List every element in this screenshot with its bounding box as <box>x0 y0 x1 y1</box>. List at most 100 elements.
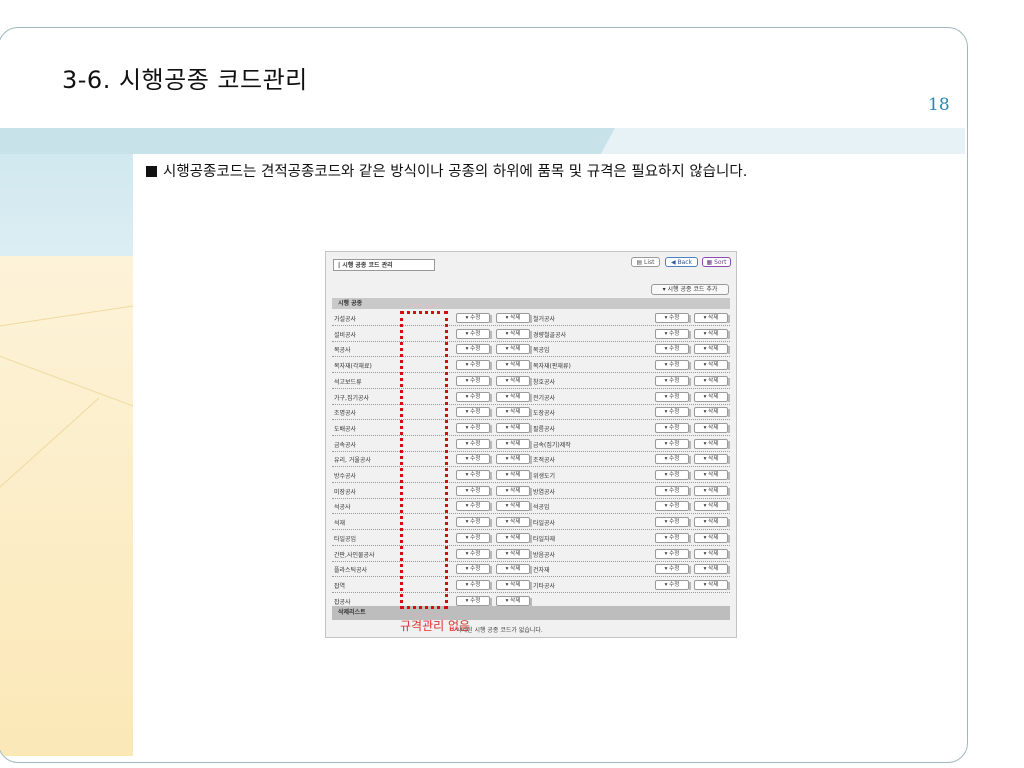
left-delete-button[interactable]: ▾ 삭제 <box>496 548 532 559</box>
left-item-label: 잡역 <box>334 582 346 590</box>
left-delete-button[interactable]: ▾ 삭제 <box>496 485 532 496</box>
right-delete-button[interactable]: ▾ 삭제 <box>694 328 730 339</box>
left-edit-button[interactable]: ▾ 수정 <box>456 564 492 575</box>
bullet-line: 시행공종코드는 견적공종코드와 같은 방식이나 공종의 하위에 품목 및 규격은… <box>146 160 747 181</box>
right-delete-button[interactable]: ▾ 삭제 <box>694 454 730 465</box>
right-delete-button[interactable]: ▾ 삭제 <box>694 407 730 418</box>
right-delete-button[interactable]: ▾ 삭제 <box>694 548 730 559</box>
table-row: 가구,집기공사 ▾ 수정 ▾ 삭제 전기공사 ▾ 수정 ▾ 삭제 <box>332 389 730 405</box>
right-item-label: 전기공사 <box>533 394 556 402</box>
add-code-button[interactable]: ▾ 시행 공종 코드 추가 <box>651 284 729 295</box>
left-edit-button[interactable]: ▾ 수정 <box>456 470 492 480</box>
right-delete-button[interactable]: ▾ 삭제 <box>694 501 730 512</box>
right-edit-button[interactable]: ▾ 수정 <box>655 548 691 559</box>
left-edit-button[interactable]: ▾ 수정 <box>456 579 492 590</box>
right-edit-button[interactable]: ▾ 수정 <box>655 532 691 543</box>
right-delete-button[interactable]: ▾ 삭제 <box>694 422 730 433</box>
app-screenshot: | 시행 공종 코드 관리 ▤ List ◀ Back ▦ Sort ▾ 시행 … <box>325 251 737 638</box>
right-delete-button[interactable]: ▾ 삭제 <box>694 344 730 355</box>
right-delete-button[interactable]: ▾ 삭제 <box>694 470 730 480</box>
left-edit-button[interactable]: ▾ 수정 <box>456 548 492 559</box>
left-delete-button[interactable]: ▾ 삭제 <box>496 360 532 371</box>
left-delete-button[interactable]: ▾ 삭제 <box>496 595 532 606</box>
right-edit-button[interactable]: ▾ 수정 <box>655 328 691 339</box>
left-edit-button[interactable]: ▾ 수정 <box>456 454 492 465</box>
right-edit-button[interactable]: ▾ 수정 <box>655 470 691 480</box>
left-item-label: 가설공사 <box>334 316 357 323</box>
right-edit-button[interactable]: ▾ 수정 <box>655 344 691 355</box>
left-delete-button[interactable]: ▾ 삭제 <box>496 579 532 590</box>
left-delete-button[interactable]: ▾ 삭제 <box>496 328 532 339</box>
right-delete-button[interactable]: ▾ 삭제 <box>694 564 730 575</box>
left-delete-button[interactable]: ▾ 삭제 <box>496 564 532 575</box>
table-row: 목자재(각재료) ▾ 수정 ▾ 삭제 목자재(판재류) ▾ 수정 ▾ 삭제 <box>332 357 730 374</box>
slide-title: 3-6. 시행공종 코드관리 <box>62 66 308 94</box>
left-edit-button[interactable]: ▾ 수정 <box>456 501 492 512</box>
back-label: Back <box>677 259 693 266</box>
left-edit-button[interactable]: ▾ 수정 <box>456 517 492 528</box>
left-edit-button[interactable]: ▾ 수정 <box>456 360 492 371</box>
left-edit-button[interactable]: ▾ 수정 <box>456 328 492 339</box>
right-edit-button[interactable]: ▾ 수정 <box>655 360 691 371</box>
right-delete-button[interactable]: ▾ 삭제 <box>694 517 730 528</box>
left-edit-button[interactable]: ▾ 수정 <box>456 532 492 543</box>
left-edit-button[interactable]: ▾ 수정 <box>456 485 492 496</box>
right-edit-button[interactable]: ▾ 수정 <box>655 454 691 465</box>
left-item-label: 석재 <box>334 520 346 528</box>
right-item-label: 건자재 <box>533 567 550 575</box>
left-edit-button[interactable]: ▾ 수정 <box>456 407 492 418</box>
right-delete-button[interactable]: ▾ 삭제 <box>694 532 730 543</box>
app-header-title: | 시행 공종 코드 관리 <box>333 259 435 271</box>
right-delete-button[interactable]: ▾ 삭제 <box>694 438 730 449</box>
right-item-label: 조적공사 <box>533 457 556 465</box>
right-item-label: 타일공사 <box>533 520 556 528</box>
left-delete-button[interactable]: ▾ 삭제 <box>496 532 532 543</box>
left-item-label: 유리, 거울공사 <box>334 457 371 465</box>
left-delete-button[interactable]: ▾ 삭제 <box>496 391 532 402</box>
left-item-label: 도배공사 <box>334 425 357 433</box>
right-item-label: 창호공사 <box>533 378 556 386</box>
right-delete-button[interactable]: ▾ 삭제 <box>694 391 730 402</box>
right-edit-button[interactable]: ▾ 수정 <box>655 579 691 590</box>
left-delete-button[interactable]: ▾ 삭제 <box>496 438 532 449</box>
left-delete-button[interactable]: ▾ 삭제 <box>496 517 532 528</box>
back-button[interactable]: ◀ Back <box>665 257 698 267</box>
right-edit-button[interactable]: ▾ 수정 <box>655 375 691 386</box>
left-edit-button[interactable]: ▾ 수정 <box>456 313 492 323</box>
left-edit-button[interactable]: ▾ 수정 <box>456 391 492 402</box>
right-edit-button[interactable]: ▾ 수정 <box>655 517 691 528</box>
right-edit-button[interactable]: ▾ 수정 <box>655 485 691 496</box>
deleted-section-header: 삭제리스트 <box>332 606 730 620</box>
right-edit-button[interactable]: ▾ 수정 <box>655 407 691 418</box>
right-delete-button[interactable]: ▾ 삭제 <box>694 485 730 496</box>
left-delete-button[interactable]: ▾ 삭제 <box>496 375 532 386</box>
right-delete-button[interactable]: ▾ 삭제 <box>694 360 730 371</box>
sort-button[interactable]: ▦ Sort <box>702 257 731 267</box>
right-delete-button[interactable]: ▾ 삭제 <box>694 313 730 323</box>
right-delete-button[interactable]: ▾ 삭제 <box>694 579 730 590</box>
right-item-label: 위생도기 <box>533 473 556 480</box>
left-delete-button[interactable]: ▾ 삭제 <box>496 454 532 465</box>
left-edit-button[interactable]: ▾ 수정 <box>456 438 492 449</box>
left-delete-button[interactable]: ▾ 삭제 <box>496 407 532 418</box>
left-edit-button[interactable]: ▾ 수정 <box>456 344 492 355</box>
left-delete-button[interactable]: ▾ 삭제 <box>496 470 532 480</box>
right-edit-button[interactable]: ▾ 수정 <box>655 501 691 512</box>
left-edit-button[interactable]: ▾ 수정 <box>456 595 492 606</box>
right-edit-button[interactable]: ▾ 수정 <box>655 391 691 402</box>
list-button[interactable]: ▤ List <box>631 257 660 267</box>
left-delete-button[interactable]: ▾ 삭제 <box>496 313 532 323</box>
left-edit-button[interactable]: ▾ 수정 <box>456 375 492 386</box>
table-row: 금속공사 ▾ 수정 ▾ 삭제 금속(집기)제작 ▾ 수정 ▾ 삭제 <box>332 436 730 452</box>
right-item-label: 금속(집기)제작 <box>533 441 571 449</box>
right-delete-button[interactable]: ▾ 삭제 <box>694 375 730 386</box>
right-edit-button[interactable]: ▾ 수정 <box>655 313 691 323</box>
left-edit-button[interactable]: ▾ 수정 <box>456 422 492 433</box>
section-header: 시행 공종 <box>332 298 730 309</box>
left-delete-button[interactable]: ▾ 삭제 <box>496 501 532 512</box>
right-edit-button[interactable]: ▾ 수정 <box>655 422 691 433</box>
left-delete-button[interactable]: ▾ 삭제 <box>496 422 532 433</box>
right-edit-button[interactable]: ▾ 수정 <box>655 564 691 575</box>
left-delete-button[interactable]: ▾ 삭제 <box>496 344 532 355</box>
right-edit-button[interactable]: ▾ 수정 <box>655 438 691 449</box>
